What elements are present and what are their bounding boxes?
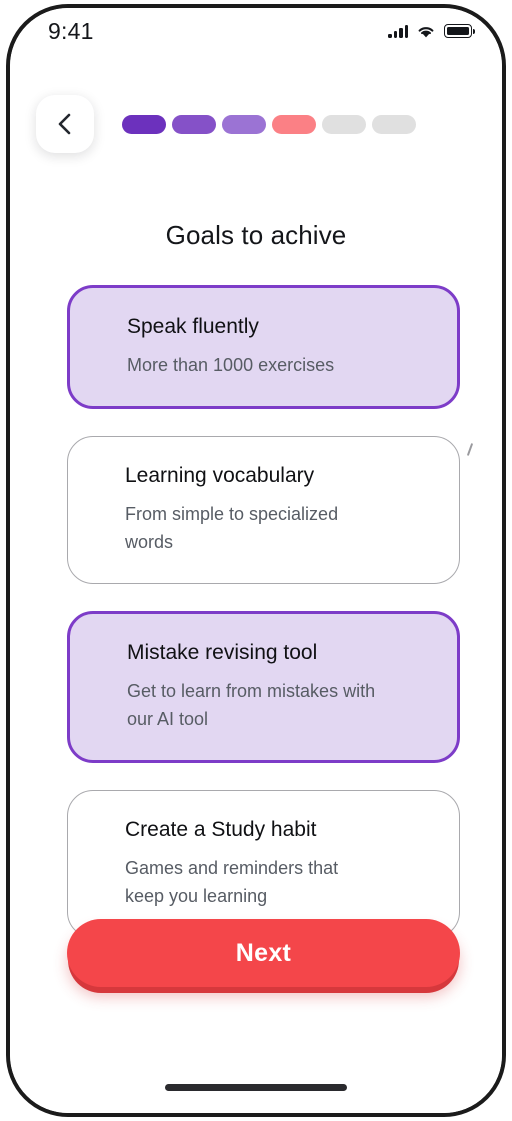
goal-description: More than 1000 exercises [127, 355, 335, 376]
goal-list: Speak fluently More than 1000 exercises Le… [67, 285, 474, 965]
goal-description: From simple to specialized words [125, 504, 339, 553]
footer: Next [67, 919, 460, 987]
status-bar: 9:41 [10, 8, 502, 54]
goal-title: Mistake revising tool [127, 641, 318, 665]
goal-description: Get to learn from mistakes with our AI t… [127, 681, 376, 730]
wifi-icon [418, 26, 434, 37]
chevron-left-icon [58, 113, 71, 135]
goal-card[interactable]: Speak fluently More than 1000 exercises [67, 285, 460, 410]
next-button[interactable]: Next [67, 919, 460, 987]
status-icons [388, 24, 475, 39]
progress-segment-1 [122, 114, 166, 134]
phone-frame: 9:41 Goals to achive Speak fluently More… [6, 4, 506, 1117]
goal-card[interactable]: Learning vocabulary From simple to specia… [67, 436, 474, 585]
status-time: 9:41 [48, 17, 94, 44]
decorative-tick-mark [466, 443, 474, 457]
progress-segment-2 [172, 114, 216, 134]
goal-description: Games and reminders that keep you learni… [125, 858, 339, 907]
page-title: Goals to achive [165, 220, 347, 250]
progress-segment-6 [372, 114, 416, 134]
progress-segment-4 [272, 114, 316, 134]
progress-segment-5 [322, 114, 366, 134]
progress-indicator [122, 114, 416, 134]
app-screen: 9:41 Goals to achive Speak fluently More… [10, 8, 502, 1113]
goal-card[interactable]: Mistake revising tool Get to learn from m… [67, 611, 460, 764]
goal-title: Learning vocabulary [125, 464, 315, 488]
signal-bars-icon [388, 24, 408, 38]
back-button[interactable] [36, 95, 94, 153]
goal-card[interactable]: Create a Study habit Games and reminders … [67, 790, 460, 939]
progress-segment-3 [222, 114, 266, 134]
goal-title: Create a Study habit [125, 818, 317, 842]
battery-icon [444, 24, 475, 38]
onboarding-header [10, 92, 502, 156]
home-indicator[interactable] [165, 1084, 347, 1091]
goal-title: Speak fluently [127, 315, 259, 338]
